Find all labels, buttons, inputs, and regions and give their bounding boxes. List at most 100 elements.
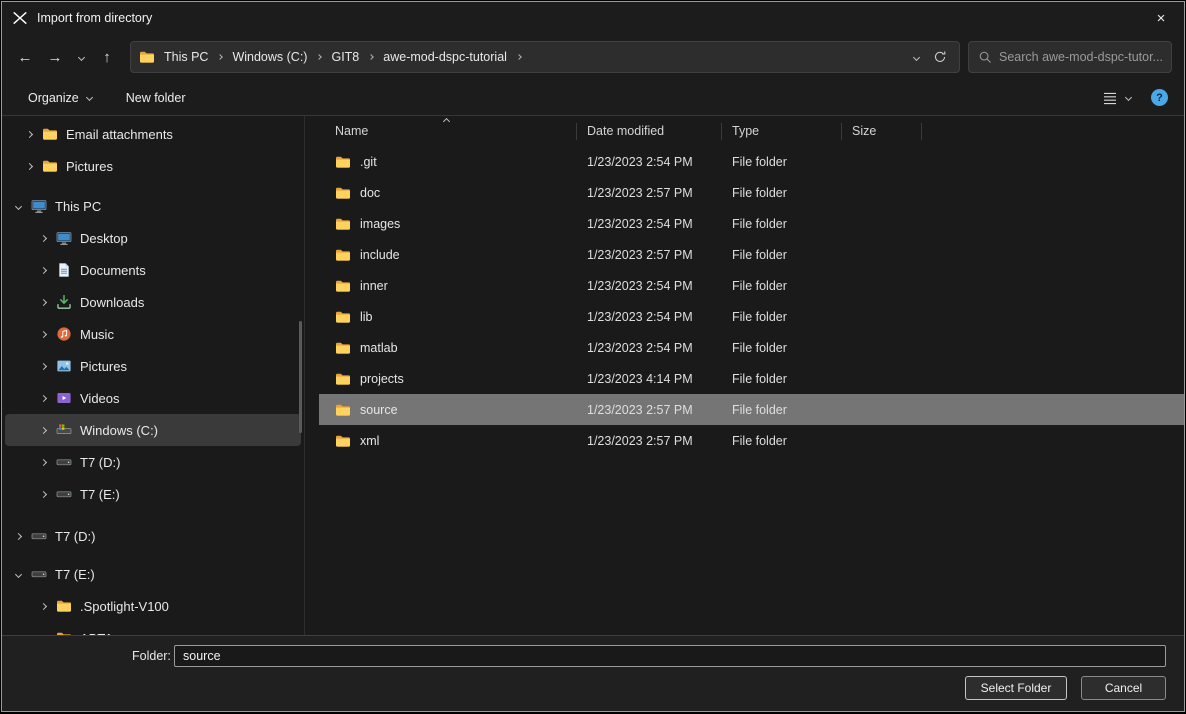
address-bar[interactable]: This PC Windows (C:) GIT8 awe-mod-dspc-t… <box>130 41 960 73</box>
sidebar-item-t7-e[interactable]: T7 (E:) <box>5 478 301 510</box>
file-type: File folder <box>722 279 842 293</box>
breadcrumb-segment[interactable]: awe-mod-dspc-tutorial <box>380 50 510 64</box>
file-row-projects[interactable]: projects 1/23/2023 4:14 PM File folder <box>319 363 1184 394</box>
recent-locations-button[interactable] <box>70 42 92 72</box>
document-icon <box>56 262 72 278</box>
chevron-right-icon[interactable] <box>40 458 47 465</box>
select-folder-button[interactable]: Select Folder <box>965 676 1067 700</box>
file-row-git[interactable]: .git 1/23/2023 2:54 PM File folder <box>319 146 1184 177</box>
file-name: matlab <box>360 341 398 355</box>
column-header-date-modified[interactable]: Date modified <box>577 123 722 140</box>
close-button[interactable]: × <box>1138 2 1184 34</box>
sidebar-item-music[interactable]: Music <box>5 318 301 350</box>
chevron-right-icon[interactable] <box>40 266 47 273</box>
column-header-type[interactable]: Type <box>722 123 842 140</box>
sidebar-item-windows-c[interactable]: Windows (C:) <box>5 414 301 446</box>
chevron-down-icon[interactable] <box>15 202 22 209</box>
back-button[interactable]: ← <box>10 42 40 72</box>
file-name: inner <box>360 279 388 293</box>
sidebar-item-label: This PC <box>55 199 101 214</box>
sidebar-item-label: Desktop <box>80 231 128 246</box>
breadcrumb-segment[interactable]: This PC <box>161 50 211 64</box>
drive-icon <box>31 528 47 544</box>
search-input[interactable] <box>999 50 1162 64</box>
file-row-include[interactable]: include 1/23/2023 2:57 PM File folder <box>319 239 1184 270</box>
drive-icon <box>56 454 72 470</box>
address-dropdown-icon[interactable] <box>913 53 920 60</box>
chevron-right-icon[interactable] <box>40 490 47 497</box>
breadcrumb-segment[interactable]: GIT8 <box>328 50 362 64</box>
file-row-source[interactable]: source 1/23/2023 2:57 PM File folder <box>319 394 1184 425</box>
sidebar-item-desktop[interactable]: Desktop <box>5 222 301 254</box>
chevron-right-icon[interactable] <box>15 532 22 539</box>
sidebar-item-email-attachments[interactable]: Email attachments <box>5 118 301 150</box>
cancel-button[interactable]: Cancel <box>1081 676 1166 700</box>
file-row-images[interactable]: images 1/23/2023 2:54 PM File folder <box>319 208 1184 239</box>
sidebar-item-this-pc[interactable]: This PC <box>5 190 301 222</box>
folder-icon <box>56 630 72 635</box>
refresh-icon[interactable] <box>933 50 947 64</box>
windows-drive-icon <box>56 422 72 438</box>
chevron-down-icon <box>1125 94 1132 101</box>
chevron-right-icon[interactable] <box>40 602 47 609</box>
picture-icon <box>56 358 72 374</box>
sidebar-item-t7-d-root[interactable]: T7 (D:) <box>5 520 301 552</box>
file-name: .git <box>360 155 377 169</box>
file-row-inner[interactable]: inner 1/23/2023 2:54 PM File folder <box>319 270 1184 301</box>
chevron-right-icon[interactable] <box>26 162 33 169</box>
sidebar-item-t7-e-root[interactable]: T7 (E:) <box>5 558 301 590</box>
forward-button[interactable]: → <box>40 42 70 72</box>
file-date: 1/23/2023 2:57 PM <box>577 248 722 262</box>
chevron-right-icon[interactable] <box>40 330 47 337</box>
chevron-right-icon[interactable] <box>40 394 47 401</box>
chevron-right-icon[interactable] <box>26 130 33 137</box>
search-icon <box>978 50 992 64</box>
chevron-right-icon[interactable] <box>40 634 47 635</box>
file-type: File folder <box>722 248 842 262</box>
column-header-size[interactable]: Size <box>842 123 922 140</box>
file-type: File folder <box>722 217 842 231</box>
search-box[interactable] <box>968 41 1172 73</box>
sidebar-item-label: Email attachments <box>66 127 173 142</box>
file-row-matlab[interactable]: matlab 1/23/2023 2:54 PM File folder <box>319 332 1184 363</box>
chevron-right-icon[interactable] <box>40 426 47 433</box>
breadcrumb-segment[interactable]: Windows (C:) <box>229 50 310 64</box>
file-row-xml[interactable]: xml 1/23/2023 2:57 PM File folder <box>319 425 1184 456</box>
sidebar-item-pictures-top[interactable]: Pictures <box>5 150 301 182</box>
change-view-button[interactable] <box>1102 90 1131 106</box>
column-headers: Name Date modified Type Size <box>319 116 1184 146</box>
sidebar-scrollbar[interactable] <box>299 321 302 433</box>
new-folder-button[interactable]: New folder <box>126 91 186 105</box>
sidebar-item-t7-d[interactable]: T7 (D:) <box>5 446 301 478</box>
folder-input[interactable] <box>174 645 1166 667</box>
content-area: Email attachments Pictures This PC Deskt… <box>2 116 1184 635</box>
help-button[interactable]: ? <box>1151 89 1168 106</box>
organize-button[interactable]: Organize <box>28 91 92 105</box>
dialog-footer: Folder: Select Folder Cancel <box>2 635 1184 711</box>
chevron-right-icon[interactable] <box>40 234 47 241</box>
chevron-right-icon[interactable] <box>40 298 47 305</box>
up-button[interactable]: ↑ <box>92 42 122 72</box>
sidebar-item-label: T7 (D:) <box>55 529 95 544</box>
folder-label: Folder: <box>132 649 174 663</box>
sidebar-item-downloads[interactable]: Downloads <box>5 286 301 318</box>
column-header-name[interactable]: Name <box>319 123 577 140</box>
folder-icon <box>335 278 351 294</box>
file-name: source <box>360 403 398 417</box>
file-date: 1/23/2023 4:14 PM <box>577 372 722 386</box>
sidebar-item-abta[interactable]: ABTA <box>5 622 301 635</box>
file-date: 1/23/2023 2:54 PM <box>577 341 722 355</box>
chevron-right-icon[interactable] <box>40 362 47 369</box>
chevron-down-icon[interactable] <box>15 570 22 577</box>
file-row-doc[interactable]: doc 1/23/2023 2:57 PM File folder <box>319 177 1184 208</box>
sidebar-item-videos[interactable]: Videos <box>5 382 301 414</box>
sidebar-item-spotlight[interactable]: .Spotlight-V100 <box>5 590 301 622</box>
folder-icon <box>335 309 351 325</box>
folder-icon <box>139 49 155 65</box>
sidebar-item-label: Pictures <box>80 359 127 374</box>
list-view-icon <box>1102 90 1118 106</box>
file-row-lib[interactable]: lib 1/23/2023 2:54 PM File folder <box>319 301 1184 332</box>
folder-icon <box>42 158 58 174</box>
sidebar-item-pictures[interactable]: Pictures <box>5 350 301 382</box>
sidebar-item-documents[interactable]: Documents <box>5 254 301 286</box>
